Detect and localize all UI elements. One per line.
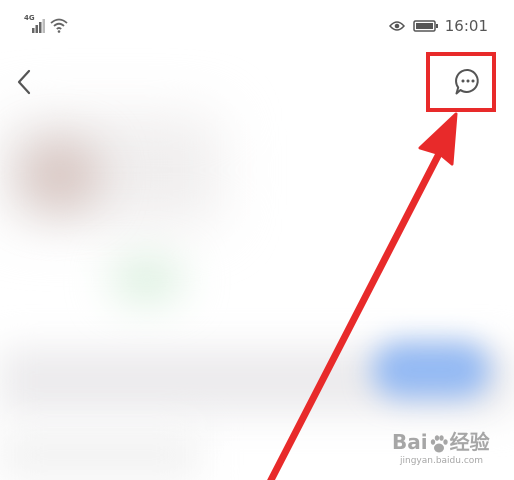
wifi-icon [50,18,68,33]
nav-bar [0,52,514,112]
blurred-green-tag [112,262,182,298]
chat-bubble-icon [455,68,479,95]
blurred-bottom-area [0,430,200,480]
status-bar: 4G 16:01 [0,0,514,52]
phone-screen: 4G 16:01 Bai 经验 jingyan.baidu.com [0,0,514,480]
comment-button[interactable] [448,64,488,100]
watermark-logo-left: Bai [392,430,428,454]
battery-icon [413,20,438,32]
status-clock: 16:01 [444,17,488,35]
chevron-left-icon [17,69,31,95]
back-button[interactable] [8,64,40,100]
blurred-content-band [0,348,514,414]
blurred-blue-button [372,342,490,398]
signal-icon [32,19,45,33]
baidu-watermark: Bai 经验 jingyan.baidu.com [392,426,504,474]
eye-icon [388,21,405,31]
watermark-logo-right: 经验 [449,430,490,454]
blurred-header-panel [0,115,220,225]
blurred-avatar [20,140,100,210]
status-right: 16:01 [388,14,488,38]
watermark-subtext: jingyan.baidu.com [400,456,484,466]
watermark-logo: Bai 经验 [392,426,490,455]
paw-icon [430,434,448,452]
